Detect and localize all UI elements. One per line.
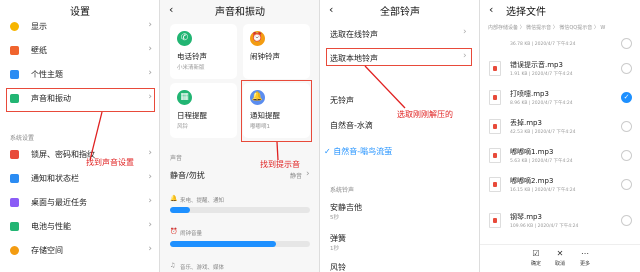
file-checkbox[interactable]: [621, 121, 632, 132]
audio-file-icon: [489, 61, 501, 76]
file-name: 嘟嘟嘀2.mp3: [510, 177, 554, 185]
more-label: 更多: [579, 261, 590, 267]
annotation-arrow: [276, 141, 279, 161]
back-arrow-icon[interactable]: ‹: [489, 3, 493, 16]
file-meta: 42.53 KB | 2020/4/7 下午4:24: [510, 130, 576, 135]
annotation-label: 选取刚刚解压的: [397, 110, 453, 119]
file-row[interactable]: 错误提示音.mp3 1.91 KB | 2020/4/7 下午4:24: [480, 56, 640, 84]
annotation-label: 找到声音设置: [86, 158, 134, 167]
annotation-arrow: [364, 65, 406, 109]
cancel-label: 取消: [554, 261, 565, 267]
file-name: 打喷嚏.mp3: [510, 90, 549, 98]
file-checkbox[interactable]: [621, 215, 632, 226]
more-icon: ⋯: [581, 249, 589, 258]
page-title: 选择文件: [506, 7, 546, 18]
cancel-button[interactable]: ✕ 取消: [548, 248, 572, 267]
file-checkbox[interactable]: [621, 63, 632, 74]
annotation-arrow: [89, 111, 103, 161]
confirm-button[interactable]: ☑ 确定: [524, 248, 548, 267]
file-row[interactable]: 打喷嚏.mp3 8.96 KB | 2020/4/7 下午4:24 ✓: [480, 85, 640, 113]
file-meta: 1.91 KB | 2020/4/7 下午4:24: [510, 72, 573, 77]
ringtones-screen: ‹ 全部铃声 选取在线铃声 › 选取本地铃声 › 无铃声 自然音-水滴 ✓ 自然…: [320, 0, 480, 272]
file-meta: 36.78 KB | 2020/4/7 下午4:24: [510, 42, 576, 47]
audio-file-icon: [489, 90, 501, 105]
annotation-label: 找到提示音: [260, 160, 300, 169]
file-name: 嘟嘟嘀1.mp3: [510, 148, 554, 156]
confirm-label: 确定: [530, 261, 541, 267]
check-icon[interactable]: ✓: [621, 92, 632, 103]
file-name: 错误提示音.mp3: [510, 61, 563, 69]
cancel-icon: ✕: [556, 249, 564, 258]
audio-file-icon: [489, 213, 501, 228]
audio-file-icon: [489, 148, 501, 163]
bottom-action-bar: ☑ 确定 ✕ 取消 ⋯ 更多: [480, 244, 640, 272]
sound-screen: ‹ 声音和振动 ✆ 电话铃声 小米清新版 ⏰ 闹钟铃声 ▦ 日程提醒 风铃 🔔 …: [160, 0, 320, 272]
audio-file-icon: [489, 119, 501, 134]
file-checkbox[interactable]: [621, 179, 632, 190]
file-picker-screen: ‹ 选择文件 内部存储设备 〉 微信提示音 〉 微信QQ提示音 〉 W 36.7…: [480, 0, 640, 272]
breadcrumb[interactable]: 内部存储设备 〉 微信提示音 〉 微信QQ提示音 〉 W: [488, 24, 638, 31]
audio-file-icon: [489, 177, 501, 192]
file-name: 丢掉.mp3: [510, 119, 542, 127]
file-name: 钢琴.mp3: [510, 213, 542, 221]
file-row[interactable]: 丢掉.mp3 42.53 KB | 2020/4/7 下午4:24: [480, 114, 640, 142]
file-row[interactable]: 钢琴.mp3 109.96 KB | 2020/4/7 下午4:24: [480, 208, 640, 236]
file-checkbox[interactable]: [621, 150, 632, 161]
file-meta: 16.15 KB | 2020/4/7 下午4:24: [510, 188, 576, 193]
confirm-icon: ☑: [532, 249, 540, 258]
settings-screen: 设置 显示 › 壁纸 › 个性主题 › 声音和振动 › 系统设置 锁屏、密码和指…: [0, 0, 160, 272]
file-row[interactable]: 嘟嘟嘀2.mp3 16.15 KB | 2020/4/7 下午4:24: [480, 172, 640, 200]
file-meta: 109.96 KB | 2020/4/7 下午4:24: [510, 224, 579, 229]
file-checkbox[interactable]: [621, 38, 632, 49]
file-meta: 5.63 KB | 2020/4/7 下午4:24: [510, 159, 573, 164]
file-meta: 8.96 KB | 2020/4/7 下午4:24: [510, 101, 573, 106]
file-row[interactable]: 嘟嘟嘀1.mp3 5.63 KB | 2020/4/7 下午4:24: [480, 143, 640, 171]
more-button[interactable]: ⋯ 更多: [573, 248, 597, 267]
